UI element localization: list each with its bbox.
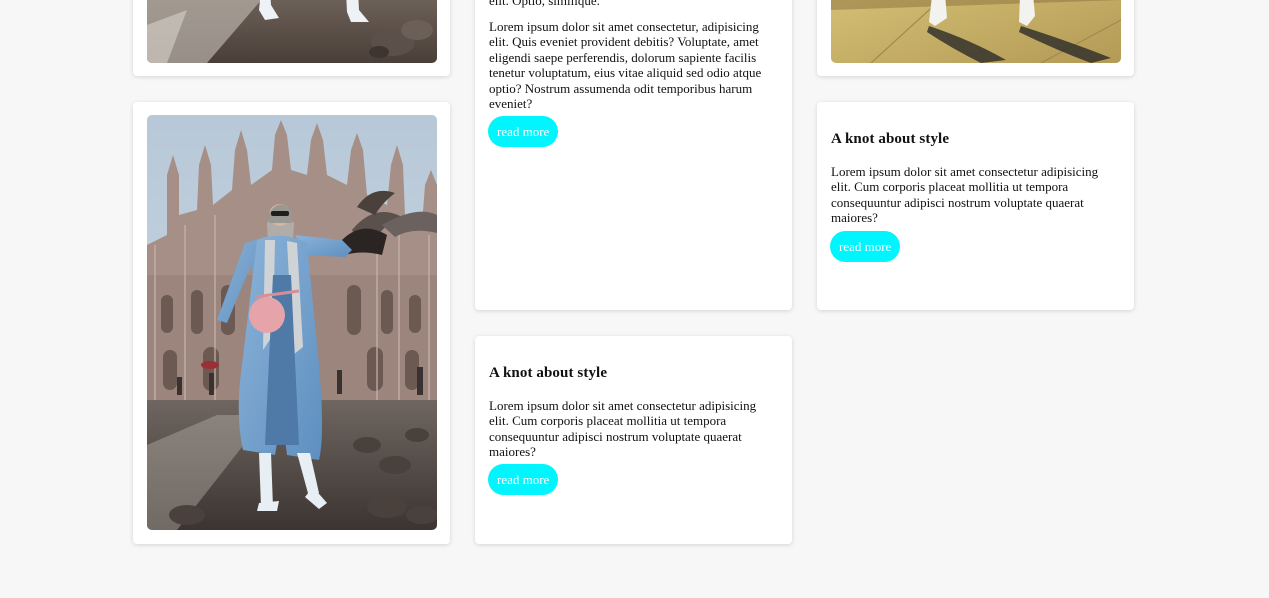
card-title: A knot about style (831, 131, 950, 147)
card-body: Lorem ipsum dolor sit amet consectetur a… (831, 164, 1099, 226)
card-body: Lorem ipsum dolor sit amet consectetur, … (489, 19, 762, 112)
read-more-button[interactable]: read more (488, 116, 559, 147)
photo-boots-street[interactable] (831, 0, 1121, 63)
card-body: Lorem ipsum dolor sit amet consectetur a… (489, 398, 757, 460)
read-more-button[interactable]: read more (488, 464, 559, 495)
text-card: A knot about style Lorem ipsum dolor sit… (475, 336, 792, 544)
photo-cathedral[interactable] (147, 115, 437, 530)
card-title: A knot about style (489, 365, 608, 381)
read-more-button[interactable]: read more (830, 231, 901, 262)
card-body-overflow: elit. Optio, similique. (489, 0, 600, 8)
text-card: A knot about style Lorem ipsum dolor sit… (817, 102, 1134, 310)
image-card (133, 102, 450, 544)
text-card: elit. Optio, similique. Lorem ipsum dolo… (475, 0, 792, 310)
image-card (817, 0, 1134, 76)
masonry-gallery: elit. Optio, similique. Lorem ipsum dolo… (0, 0, 1269, 598)
image-card (133, 0, 450, 76)
photo-boots-pavement[interactable] (147, 0, 437, 63)
